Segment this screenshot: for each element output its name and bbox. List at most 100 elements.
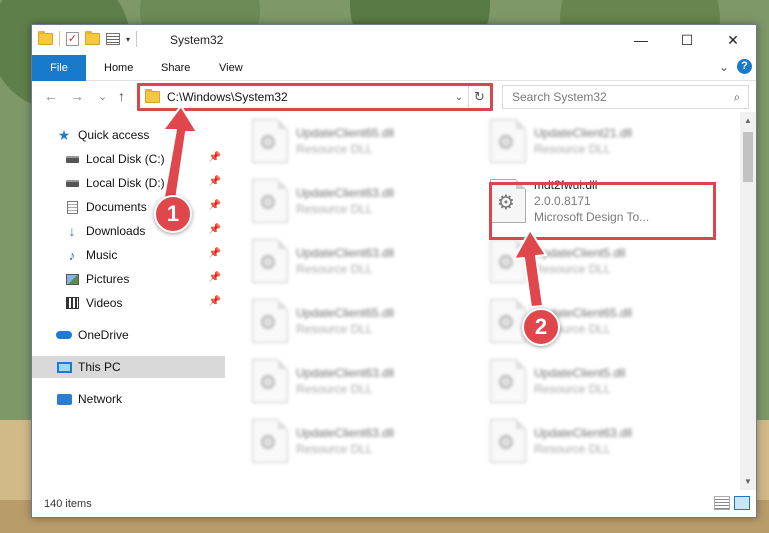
new-folder-icon[interactable] — [85, 31, 100, 45]
file-tile[interactable]: ⚙ UpdateClient65.dll Resource DLL — [466, 292, 696, 350]
minimize-button[interactable]: — — [618, 25, 664, 55]
pin-icon[interactable]: 📌 — [209, 272, 221, 283]
sidebar-item-documents[interactable]: Documents 📌 — [32, 196, 225, 218]
pin-icon[interactable]: 📌 — [209, 224, 221, 235]
properties-check-icon[interactable]: ✓ — [66, 32, 79, 46]
file-tile[interactable]: ⚙ UpdateClient63.dll Resource DLL — [228, 232, 458, 290]
item-count: 140 items — [44, 498, 92, 510]
file-description: Resource DLL — [296, 382, 373, 396]
file-description: Resource DLL — [296, 322, 373, 336]
pin-icon[interactable]: 📌 — [209, 176, 221, 187]
sidebar-item-label: Downloads — [86, 224, 146, 238]
sidebar-item-pictures[interactable]: Pictures 📌 — [32, 268, 225, 290]
dll-file-icon: ⚙ — [490, 299, 526, 343]
sidebar-item-label: Documents — [86, 200, 147, 214]
sidebar-item-videos[interactable]: Videos 📌 — [32, 292, 225, 314]
file-description: Resource DLL — [296, 262, 373, 276]
pin-icon[interactable]: 📌 — [209, 296, 221, 307]
drive-icon — [64, 152, 80, 166]
sidebar-item-label: Network — [78, 392, 123, 406]
tab-home[interactable]: Home — [90, 55, 147, 81]
search-input[interactable] — [512, 90, 726, 104]
star-icon: ★ — [57, 126, 71, 143]
customize-toolbar-dropdown-icon[interactable]: ▾ — [126, 35, 130, 44]
help-icon[interactable]: ? — [737, 59, 752, 74]
file-description: Resource DLL — [296, 202, 373, 216]
folder-icon[interactable] — [38, 31, 53, 45]
file-tile[interactable]: ⚙ UpdateClient63.dll Resource DLL — [466, 412, 696, 470]
navigation-bar: ← → ⌄ ↑ C:\Windows\System32 ⌄ ↻ ⌕ — [32, 82, 756, 112]
status-bar: 140 items — [32, 491, 756, 517]
sidebar-item-this-pc[interactable]: This PC — [32, 356, 225, 378]
sidebar-item-local-disk-c[interactable]: Local Disk (C:) 📌 — [32, 148, 225, 170]
file-name: UpdateClient21.dll — [534, 126, 633, 140]
file-tile[interactable]: ⚙ UpdateClient21.dll Resource DLL — [466, 112, 696, 170]
view-switcher — [714, 496, 750, 510]
sidebar-item-local-disk-d[interactable]: Local Disk (D:) 📌 — [32, 172, 225, 194]
file-name: UpdateClient63.dll — [296, 186, 395, 200]
pictures-icon — [64, 272, 80, 286]
dll-file-icon: ⚙ — [490, 419, 526, 463]
tab-share[interactable]: Share — [147, 55, 204, 81]
file-tile[interactable]: ⚙ UpdateClient5.dll Resource DLL — [466, 352, 696, 410]
details-view-button[interactable] — [714, 496, 730, 510]
tab-view[interactable]: View — [205, 55, 257, 81]
onedrive-icon — [56, 328, 72, 342]
close-button[interactable]: ✕ — [710, 25, 756, 55]
expand-ribbon-chevron-icon[interactable]: ⌄ — [719, 60, 729, 74]
scroll-down-arrow-icon[interactable]: ▼ — [740, 473, 756, 490]
sidebar-item-label: Local Disk (C:) — [86, 152, 165, 166]
sidebar-item-onedrive[interactable]: OneDrive — [32, 324, 225, 346]
up-button[interactable]: ↑ — [118, 88, 125, 104]
this-pc-icon — [56, 360, 72, 374]
network-icon — [56, 392, 72, 406]
drive-icon — [64, 176, 80, 190]
download-icon: ↓ — [68, 223, 76, 239]
file-description: Resource DLL — [534, 382, 611, 396]
dll-file-icon: ⚙ — [490, 239, 526, 283]
pin-icon[interactable]: 📌 — [209, 200, 221, 211]
sidebar-item-network[interactable]: Network — [32, 388, 225, 410]
document-icon — [64, 200, 80, 214]
back-button[interactable]: ← — [44, 88, 58, 104]
dll-file-icon: ⚙ — [252, 359, 288, 403]
tab-file[interactable]: File — [32, 55, 86, 81]
file-list: ⚙ UpdateClient65.dll Resource DLL ⚙ Updat… — [228, 112, 743, 490]
pin-icon[interactable]: 📌 — [209, 248, 221, 259]
file-name: UpdateClient63.dll — [296, 426, 395, 440]
dll-file-icon: ⚙ — [252, 239, 288, 283]
sidebar-item-quick-access[interactable]: ★ Quick access — [32, 124, 225, 146]
dll-file-icon: ⚙ — [252, 419, 288, 463]
sidebar-item-label: Pictures — [86, 272, 130, 286]
file-highlight-box — [489, 182, 716, 240]
file-tile[interactable]: ⚙ UpdateClient65.dll Resource DLL — [228, 112, 458, 170]
file-tile[interactable]: ⚙ UpdateClient63.dll Resource DLL — [228, 352, 458, 410]
file-name: UpdateClient5.dll — [534, 366, 626, 380]
forward-button[interactable]: → — [70, 88, 84, 104]
file-tile[interactable]: ⚙ UpdateClient63.dll Resource DLL — [228, 412, 458, 470]
scroll-up-arrow-icon[interactable]: ▲ — [740, 112, 756, 129]
file-tile[interactable]: ⚙ UpdateClient5.dll Resource DLL — [466, 232, 696, 290]
recent-locations-dropdown[interactable]: ⌄ — [98, 90, 107, 103]
sidebar-item-downloads[interactable]: ↓ Downloads 📌 — [32, 220, 225, 242]
pin-icon[interactable]: 📌 — [209, 152, 221, 163]
file-tile[interactable]: ⚙ UpdateClient63.dll Resource DLL — [228, 172, 458, 230]
music-icon: ♪ — [68, 247, 76, 263]
vertical-scrollbar[interactable]: ▲ ▼ — [740, 112, 756, 490]
sidebar-item-music[interactable]: ♪ Music 📌 — [32, 244, 225, 266]
tiles-view-button[interactable] — [734, 496, 750, 510]
search-box[interactable]: ⌕ — [502, 85, 749, 109]
window-controls: — ☐ ✕ — [618, 25, 756, 55]
file-tile[interactable]: ⚙ UpdateClient65.dll Resource DLL — [228, 292, 458, 350]
file-name: UpdateClient65.dll — [296, 126, 395, 140]
file-description: Resource DLL — [534, 142, 611, 156]
properties-icon[interactable] — [106, 33, 120, 45]
sidebar-item-label: OneDrive — [78, 328, 129, 342]
search-icon[interactable]: ⌕ — [726, 90, 748, 105]
step-2-callout: 2 — [522, 308, 560, 346]
maximize-button[interactable]: ☐ — [664, 25, 710, 55]
scroll-thumb[interactable] — [743, 132, 753, 182]
navigation-pane: ★ Quick access Local Disk (C:) 📌 Local D… — [32, 120, 225, 490]
sidebar-item-label: Music — [86, 248, 118, 262]
file-description: Resource DLL — [534, 442, 611, 456]
